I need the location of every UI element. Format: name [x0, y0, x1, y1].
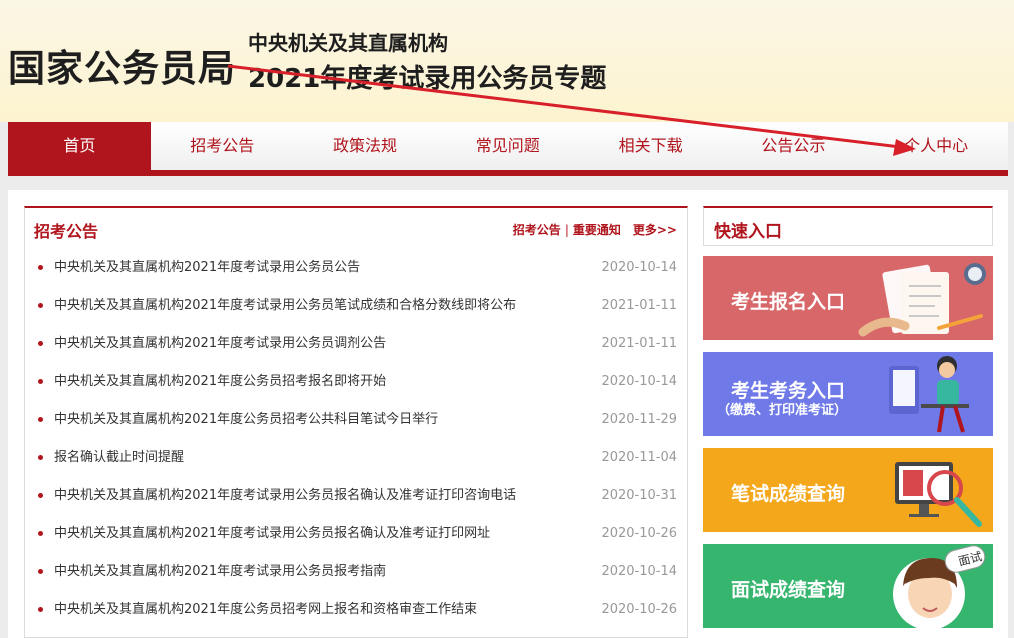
bullet-icon — [38, 569, 43, 574]
news-item-title[interactable]: 中央机关及其直属机构2021年度考试录用公务员调剂公告 — [54, 325, 386, 363]
interview-score-query-entry[interactable]: 面试成绩查询 面试 — [703, 544, 993, 628]
written-exam-score-query-entry[interactable]: 笔试成绩查询 — [703, 448, 993, 532]
news-item[interactable]: 报名确认截止时间提醒 2020-11-04 — [25, 439, 687, 477]
news-item[interactable]: 中央机关及其直属机构2021年度公务员招考网上报名和资格审查工作结束 2020-1… — [25, 591, 687, 629]
news-item-title[interactable]: 中央机关及其直属机构2021年度公务员招考网上报名和资格审查工作结束 — [54, 591, 477, 629]
bullet-icon — [38, 341, 43, 346]
bullet-icon — [38, 607, 43, 612]
entry-sublabel: （缴费、打印准考证） — [717, 403, 848, 418]
news-item[interactable]: 中央机关及其直属机构2021年度考试录用公务员笔试成绩和合格分数线即将公布 202… — [25, 287, 687, 325]
news-item[interactable]: 中央机关及其直属机构2021年度考试录用公务员公告 2020-10-14 — [25, 249, 687, 287]
news-item-date: 2021-01-11 — [601, 298, 677, 313]
news-item-date: 2020-10-26 — [601, 526, 677, 541]
news-item-date: 2020-11-29 — [601, 412, 677, 427]
nav-item-personal-center[interactable]: 个人中心 — [865, 122, 1008, 170]
news-item-title[interactable]: 报名确认截止时间提醒 — [54, 439, 184, 477]
sub-title-topic: 2021年度考试录用公务员专题 — [248, 64, 607, 94]
news-panel-links: 招考公告 | 重要通知 更多>> — [513, 221, 677, 238]
bullet-icon — [38, 379, 43, 384]
nav-item-recruitment[interactable]: 招考公告 — [151, 122, 294, 170]
news-item-title[interactable]: 中央机关及其直属机构2021年度公务员招考公共科目笔试今日举行 — [54, 401, 438, 439]
news-item[interactable]: 中央机关及其直属机构2021年度考试录用公务员报名确认及准考证打印咨询电话 202… — [25, 477, 687, 515]
bullet-icon — [38, 493, 43, 498]
link-recruitment-notices[interactable]: 招考公告 — [513, 223, 561, 237]
page-header: 国家公务员局 中央机关及其直属机构 2021年度考试录用公务员专题 — [0, 0, 1014, 122]
news-item[interactable]: 中央机关及其直属机构2021年度考试录用公务员报考指南 2020-10-14 — [25, 553, 687, 591]
bullet-icon — [38, 265, 43, 270]
news-item-date: 2020-11-04 — [601, 450, 677, 465]
news-item-title[interactable]: 中央机关及其直属机构2021年度考试录用公务员报名确认及准考证打印咨询电话 — [54, 477, 516, 515]
bullet-icon — [38, 455, 43, 460]
bullet-icon — [38, 417, 43, 422]
recruitment-news-panel: 招考公告 招考公告 | 重要通知 更多>> 中央机关及其直属机构2021年度考试录用公… — [24, 206, 688, 638]
quick-entry-title: 快速入口 — [714, 222, 782, 242]
news-item-title[interactable]: 中央机关及其直属机构2021年度考试录用公务员笔试成绩和合格分数线即将公布 — [54, 287, 516, 325]
nav-item-home[interactable]: 首页 — [8, 122, 151, 170]
news-item-date: 2020-10-31 — [601, 488, 677, 503]
document-illustration-icon — [858, 263, 986, 337]
main-nav: 首页 招考公告 政策法规 常见问题 相关下载 公告公示 个人中心 — [8, 122, 1008, 170]
news-item-date: 2020-10-14 — [601, 374, 677, 389]
person-at-computer-icon — [889, 356, 969, 433]
magnifier-report-icon — [895, 462, 982, 527]
link-important-notices[interactable]: 重要通知 — [573, 223, 621, 237]
news-item-date: 2020-10-26 — [601, 602, 677, 617]
news-panel-title: 招考公告 — [34, 222, 99, 241]
news-item-title[interactable]: 中央机关及其直属机构2021年度考试录用公务员报名确认及准考证打印网址 — [54, 515, 490, 553]
news-item-title[interactable]: 中央机关及其直属机构2021年度考试录用公务员报考指南 — [54, 553, 386, 591]
quick-entry-header: 快速入口 — [703, 206, 993, 246]
news-item[interactable]: 中央机关及其直属机构2021年度考试录用公务员调剂公告 2021-01-11 — [25, 325, 687, 363]
nav-item-downloads[interactable]: 相关下载 — [579, 122, 722, 170]
entry-label: 笔试成绩查询 — [731, 483, 846, 505]
news-item-title[interactable]: 中央机关及其直属机构2021年度考试录用公务员公告 — [54, 249, 360, 287]
entry-label: 面试成绩查询 — [731, 579, 846, 601]
news-item-date: 2021-01-11 — [601, 336, 677, 351]
news-item[interactable]: 中央机关及其直属机构2021年度考试录用公务员报名确认及准考证打印网址 2020-… — [25, 515, 687, 553]
candidate-registration-entry[interactable]: 考生报名入口 — [703, 256, 993, 340]
nav-underline-bar — [8, 170, 1008, 176]
nav-item-faq[interactable]: 常见问题 — [436, 122, 579, 170]
news-item-date: 2020-10-14 — [601, 260, 677, 275]
news-list: 中央机关及其直属机构2021年度考试录用公务员公告 2020-10-14 中央机关… — [25, 249, 687, 629]
news-item-title[interactable]: 中央机关及其直属机构2021年度公务员招考报名即将开始 — [54, 363, 386, 401]
links-separator: | — [564, 223, 569, 237]
bullet-icon — [38, 531, 43, 536]
candidate-exam-affairs-entry[interactable]: 考生考务入口 （缴费、打印准考证） — [703, 352, 993, 436]
nav-item-policy[interactable]: 政策法规 — [294, 122, 437, 170]
sub-title-organization: 中央机关及其直属机构 — [248, 31, 448, 55]
nav-item-announcements[interactable]: 公告公示 — [722, 122, 865, 170]
site-title: 国家公务员局 — [8, 47, 236, 90]
more-link[interactable]: 更多>> — [633, 223, 677, 237]
news-item[interactable]: 中央机关及其直属机构2021年度公务员招考报名即将开始 2020-10-14 — [25, 363, 687, 401]
bullet-icon — [38, 303, 43, 308]
entry-label: 考生报名入口 — [731, 291, 846, 313]
news-item-date: 2020-10-14 — [601, 564, 677, 579]
news-item[interactable]: 中央机关及其直属机构2021年度公务员招考公共科目笔试今日举行 2020-11-2… — [25, 401, 687, 439]
